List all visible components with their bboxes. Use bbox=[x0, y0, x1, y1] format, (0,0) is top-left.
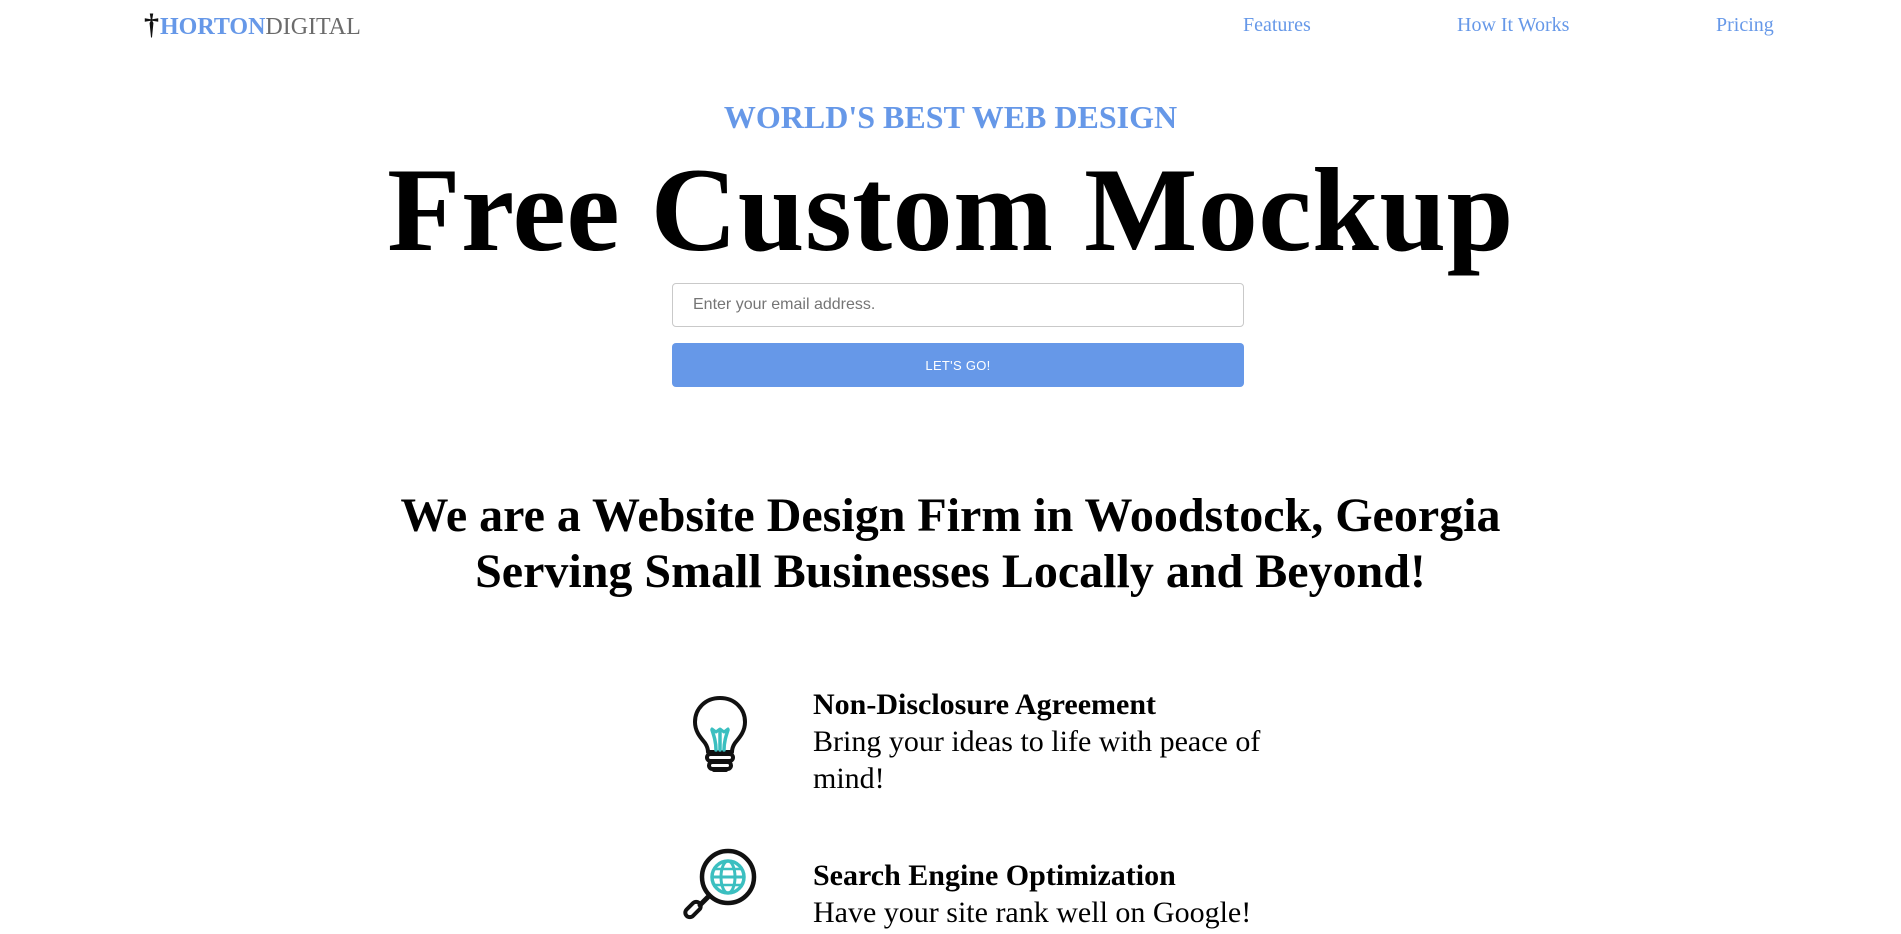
hero-title: Free Custom Mockup bbox=[387, 143, 1514, 276]
feature-title: Search Engine Optimization bbox=[813, 859, 1176, 892]
feature-text-seo: Search Engine Optimization Have your sit… bbox=[813, 857, 1333, 931]
magnifier-globe-icon bbox=[680, 845, 762, 932]
nav-link-features[interactable]: Features bbox=[1243, 12, 1311, 38]
feature-description: Bring your ideas to life with peace of m… bbox=[813, 725, 1261, 795]
main-nav: Features How It Works Pricing bbox=[0, 12, 1901, 42]
intro-line-1: We are a Website Design Firm in Woodstoc… bbox=[400, 489, 1501, 542]
site-header: † HORTON DIGITAL Features How It Works P… bbox=[0, 0, 1901, 52]
nav-link-pricing[interactable]: Pricing bbox=[1716, 12, 1774, 38]
feature-text-nda: Non-Disclosure Agreement Bring your idea… bbox=[813, 686, 1333, 797]
intro-line-2: Serving Small Businesses Locally and Bey… bbox=[475, 545, 1426, 598]
feature-description: Have your site rank well on Google! bbox=[813, 896, 1252, 929]
intro-heading: We are a Website Design Firm in Woodstoc… bbox=[0, 488, 1901, 600]
nav-link-how-it-works[interactable]: How It Works bbox=[1457, 12, 1569, 38]
hero-eyebrow: WORLD'S BEST WEB DESIGN bbox=[723, 99, 1178, 135]
lightbulb-icon bbox=[690, 694, 750, 781]
email-input[interactable] bbox=[672, 283, 1244, 327]
feature-title: Non-Disclosure Agreement bbox=[813, 688, 1157, 721]
lets-go-button[interactable]: LET'S GO! bbox=[672, 343, 1244, 387]
